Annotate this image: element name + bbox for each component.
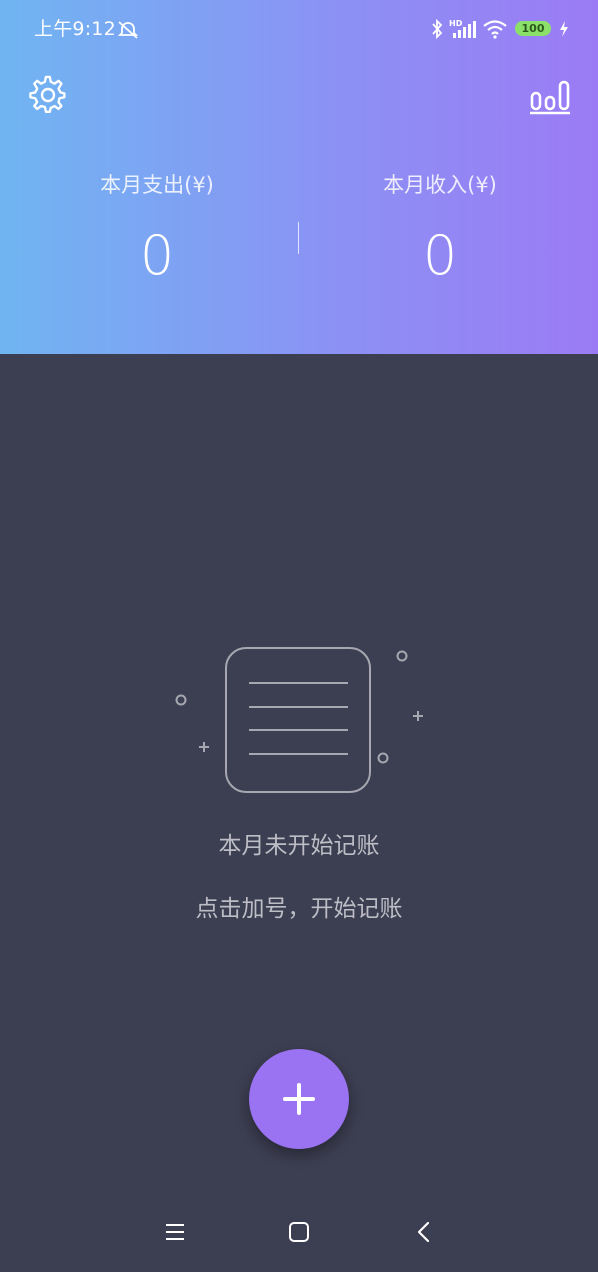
bar-chart-icon[interactable] — [529, 79, 571, 115]
income-label: 本月收入(¥) — [383, 173, 497, 197]
hd-signal-icon: HD — [449, 19, 476, 38]
header: 上午9:12 HD 100 本月支出(¥) 0 本月收入(¥) 0 — [0, 0, 598, 354]
system-nav-bar — [0, 1200, 598, 1272]
menu-icon[interactable] — [164, 1222, 186, 1242]
expense-stat: 本月支出(¥) 0 — [57, 170, 257, 288]
bluetooth-icon — [432, 19, 443, 39]
app-screen: 上午9:12 HD 100 本月支出(¥) 0 本月收入(¥) 0 本月未开始记… — [0, 0, 598, 1272]
monthly-stats: 本月支出(¥) 0 本月收入(¥) 0 — [0, 170, 598, 300]
battery-icon: 100 — [515, 21, 551, 36]
income-value: 0 — [422, 224, 458, 287]
charging-icon — [560, 21, 568, 37]
status-time: 上午9:12 — [34, 18, 116, 40]
stats-divider — [298, 222, 299, 254]
status-bar: 上午9:12 HD 100 — [0, 0, 598, 60]
add-record-button[interactable] — [249, 1049, 349, 1149]
empty-state-hint: 点击加号，开始记账 — [195, 896, 403, 922]
alarm-off-icon — [117, 21, 139, 39]
gear-icon[interactable] — [28, 75, 68, 115]
wifi-icon — [483, 20, 507, 39]
expense-value: 0 — [139, 224, 175, 287]
empty-state-title: 本月未开始记账 — [218, 833, 380, 859]
home-icon[interactable] — [287, 1220, 311, 1244]
document-lines-icon — [175, 647, 423, 793]
plus-icon — [283, 1083, 315, 1115]
back-icon[interactable] — [414, 1220, 434, 1244]
income-stat: 本月收入(¥) 0 — [340, 170, 540, 288]
svg-text:HD: HD — [449, 19, 463, 28]
expense-label: 本月支出(¥) — [100, 173, 214, 197]
